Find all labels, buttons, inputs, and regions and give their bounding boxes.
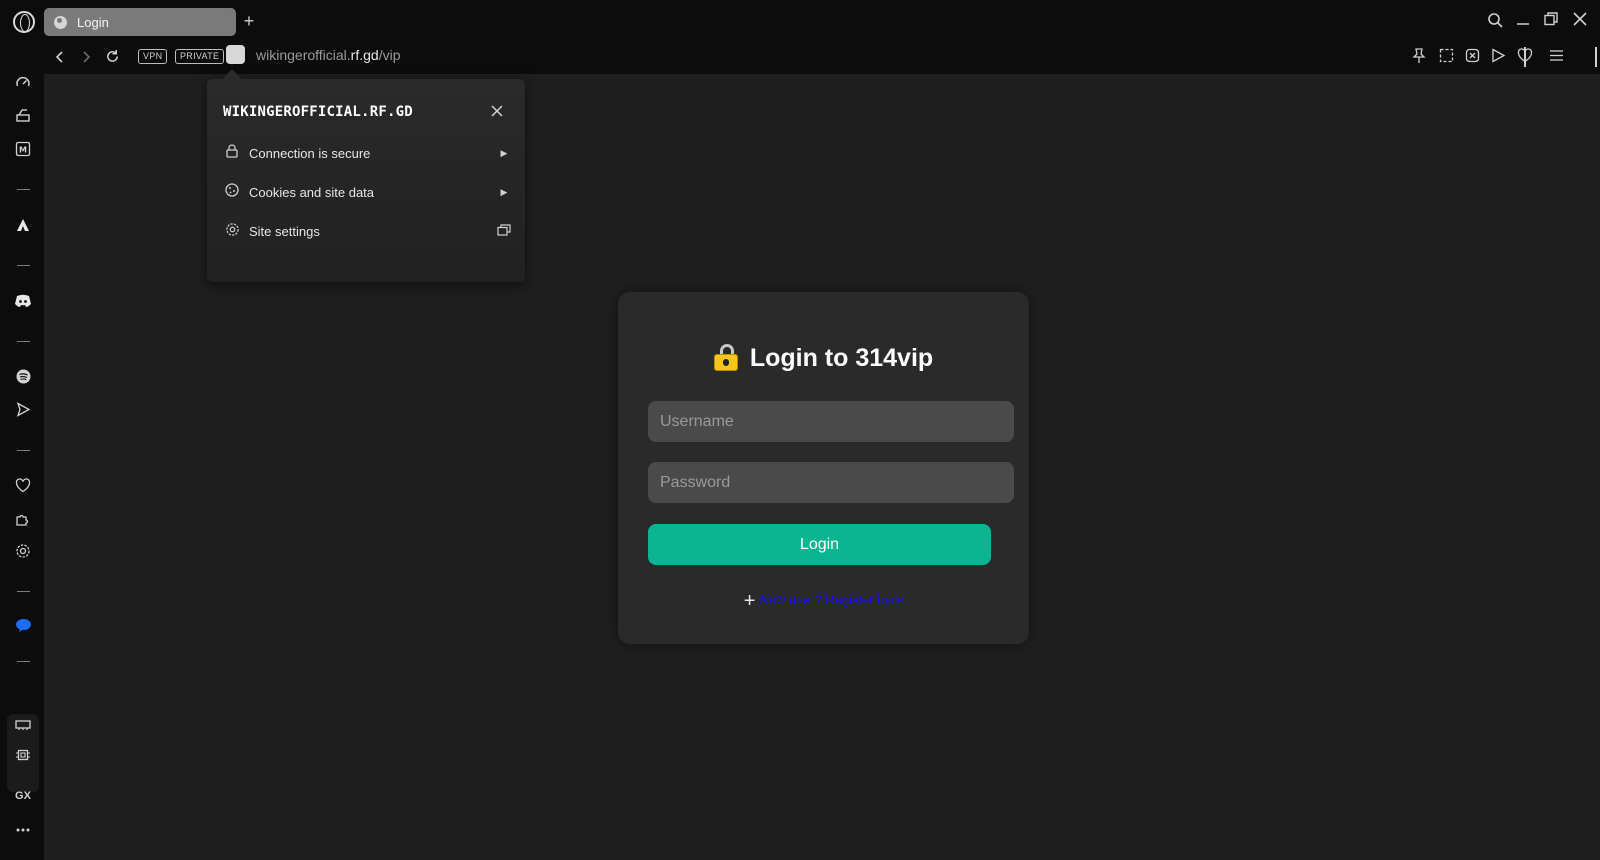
locked-with-key-icon [713,344,738,371]
gx-control-button[interactable]: GX [12,785,34,807]
register-link[interactable]: New user? Register here [759,592,903,607]
sidebar-separator [17,189,30,190]
adblock-shield-icon[interactable] [1463,48,1481,66]
reload-button[interactable] [102,48,122,68]
chevron-right-icon: ▶ [500,148,508,158]
forward-button[interactable] [76,48,96,68]
login-title: Login to 314vip [749,344,934,372]
aria-icon[interactable] [12,217,34,239]
login-button[interactable]: Login [648,524,991,565]
ram-limiter-icon[interactable] [12,716,34,738]
pin-icon[interactable] [1410,48,1428,66]
gear-icon [223,222,241,240]
back-button[interactable] [50,48,70,68]
settings-gear-icon[interactable] [12,543,34,565]
sidebar-separator [17,341,30,342]
easy-setup-icon[interactable] [1547,48,1565,66]
login-card: Login to 314vip Login +New user? Registe… [618,292,1029,644]
restore-button[interactable] [1541,12,1561,32]
connection-secure-label: Connection is secure [249,145,371,161]
sidebar-separator [17,591,30,592]
cpu-limiter-icon[interactable] [12,747,34,769]
more-options-icon[interactable] [12,817,34,839]
sidebar: M GX [0,74,44,860]
close-window-button[interactable] [1570,12,1590,32]
sidebar-separator [17,450,30,451]
site-settings-label: Site settings [249,223,320,239]
spotify-icon[interactable] [12,369,34,391]
url-field[interactable]: wikingerofficial.rf.gd/vip [256,47,400,63]
gx-corner-icon[interactable] [12,108,34,130]
connection-secure-item[interactable]: Connection is secure ▶ [223,140,511,166]
site-settings-item[interactable]: Site settings [223,218,511,244]
tab-login[interactable]: Login [44,8,236,36]
messenger-chat-icon[interactable] [12,618,34,640]
url-domain: rf.gd [350,47,379,63]
site-info-button[interactable] [226,45,245,64]
svg-text:M: M [19,146,27,155]
login-heading: Login to 314vip [618,344,1029,373]
vpn-badge[interactable]: VPN [138,49,168,64]
extensions-puzzle-icon[interactable] [12,511,34,533]
tab-strip: Login + [0,0,1600,44]
globe-icon [54,15,67,29]
discord-icon[interactable] [12,293,34,315]
site-info-popup: WIKINGEROFFICIAL.RF.GD Connection is sec… [207,79,525,282]
sidebar-separator [17,661,30,662]
send-icon[interactable] [1489,48,1507,66]
chevron-right-icon: ▶ [500,187,508,197]
url-prefix: wikingerofficial. [256,47,351,63]
tab-title: Login [77,14,109,30]
speed-dial-icon[interactable] [12,75,34,97]
opera-logo-icon[interactable] [13,11,35,33]
music-player-icon[interactable]: M [12,141,34,163]
cookies-label: Cookies and site data [249,184,375,200]
lock-icon [223,144,241,162]
password-input[interactable] [648,462,1014,503]
url-path: /vip [378,47,401,63]
search-tabs-icon[interactable] [1485,12,1505,32]
minimize-button[interactable] [1513,12,1533,32]
cookies-site-data-item[interactable]: Cookies and site data ▶ [223,179,511,205]
plus-icon: + [743,590,756,612]
new-tab-button[interactable]: + [240,12,258,30]
snapshot-icon[interactable] [1437,48,1455,66]
sidebar-separator [17,265,30,266]
username-input[interactable] [648,401,1014,442]
popup-site-title: WIKINGEROFFICIAL.RF.GD [223,104,413,120]
cookie-icon [223,183,241,201]
open-in-new-window-icon [497,224,511,238]
toolbar-divider [1524,47,1526,67]
toolbar-edge [1595,47,1597,67]
telegram-send-icon[interactable] [12,402,34,424]
close-icon[interactable] [487,101,507,121]
private-badge[interactable]: PRIVATE [175,49,225,64]
browser-window: Login + VPN PRIVATE wikingerofficial.rf.… [0,0,1600,860]
bookmarks-heart-icon[interactable] [12,478,34,500]
address-bar: VPN PRIVATE wikingerofficial.rf.gd/vip [44,42,1600,74]
register-row: + New user? Register here [618,590,1029,613]
